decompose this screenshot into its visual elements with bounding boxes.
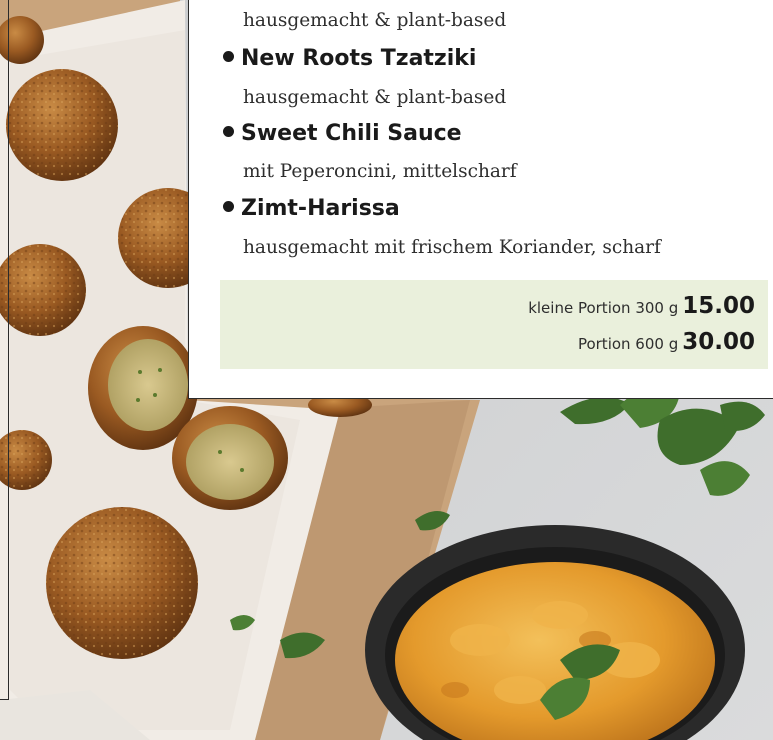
price-label: Portion 600 g [577,335,679,353]
menu-card: hausgemacht & plant-based New Roots Tzat… [188,0,773,399]
item-name: Zimt-Harissa [223,196,400,221]
price-box: kleine Portion 300 g 15.00 Portion 600 g3… [220,280,768,369]
item-name: Sweet Chili Sauce [223,121,462,146]
left-card-border [0,0,9,700]
item-name-text: Zimt-Harissa [241,196,400,221]
item-name: New Roots Tzatziki [223,46,476,71]
item-name-text: New Roots Tzatziki [241,46,477,71]
item-description: mit Peperoncini, mittelscharf [243,161,517,182]
price-value: 30.00 [682,329,755,355]
item-name-text: Sweet Chili Sauce [241,121,462,146]
bullet-icon [223,126,234,137]
price-label: kleine Portion 300 g [528,299,679,317]
bullet-icon [223,201,234,212]
price-row-small: kleine Portion 300 g 15.00 [528,293,755,319]
item-description: hausgemacht & plant-based [243,87,507,108]
price-value: 15.00 [682,293,755,319]
item-description: hausgemacht & plant-based [243,10,507,31]
bullet-icon [223,51,234,62]
item-description: hausgemacht mit frischem Koriander, scha… [243,237,661,258]
price-row-large: Portion 600 g 30.00 [578,329,755,355]
